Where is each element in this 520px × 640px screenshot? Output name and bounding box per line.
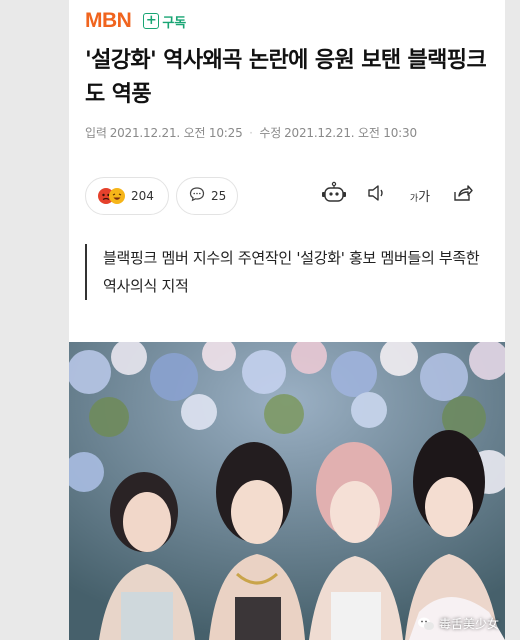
subscribe-button[interactable]: + 구독 xyxy=(143,12,186,31)
comment-count: 25 xyxy=(211,189,227,203)
article-tools: 가가 xyxy=(320,181,492,209)
watermark-text: 毒舌美少女 xyxy=(438,617,499,631)
wechat-icon xyxy=(417,616,435,632)
robot-summary-icon xyxy=(321,181,347,209)
reaction-button[interactable]: 204 xyxy=(85,177,169,215)
modified-date-label: 수정 xyxy=(259,126,282,140)
article-header: MBN + 구독 xyxy=(85,8,186,34)
watermark: 毒舌美少女 xyxy=(417,615,499,632)
speaker-icon xyxy=(366,183,388,207)
font-size-button[interactable]: 가가 xyxy=(406,181,434,209)
modified-date: 2021.12.21. 오전 10:30 xyxy=(284,126,417,140)
date-divider: · xyxy=(249,126,253,140)
plus-icon: + xyxy=(143,13,160,29)
mbn-logo[interactable]: MBN xyxy=(85,9,132,33)
article-photo[interactable]: 毒舌美少女 xyxy=(69,342,505,640)
listen-button[interactable] xyxy=(363,181,391,209)
share-icon xyxy=(452,183,474,207)
comment-icon xyxy=(189,186,205,206)
input-date: 2021.12.21. 오전 10:25 xyxy=(109,126,243,140)
article-summary: 블랙핑크 멤버 지수의 주연작인 '설강화' 홍보 멤버들의 부족한 역사의식 … xyxy=(85,244,493,300)
input-date-label: 입력 xyxy=(85,126,107,140)
font-size-icon: 가가 xyxy=(409,189,431,205)
article-page: MBN + 구독 '설강화' 역사왜곡 논란에 응원 보탠 블랙핑크도 역풍 입… xyxy=(69,0,505,640)
article-title: '설강화' 역사왜곡 논란에 응원 보탠 블랙핑크도 역풍 xyxy=(85,48,487,107)
summary-bot-button[interactable] xyxy=(320,181,348,209)
article-dates: 입력 2021.12.21. 오전 10:25 · 수정 2021.12.21. 오… xyxy=(85,124,420,141)
reaction-count: 204 xyxy=(131,189,154,203)
comment-button[interactable]: 25 xyxy=(176,177,238,215)
group-photo-illustration xyxy=(69,342,505,640)
subscribe-label: 구독 xyxy=(162,15,187,31)
share-button[interactable] xyxy=(449,181,477,209)
laugh-emoji-icon xyxy=(109,188,125,204)
